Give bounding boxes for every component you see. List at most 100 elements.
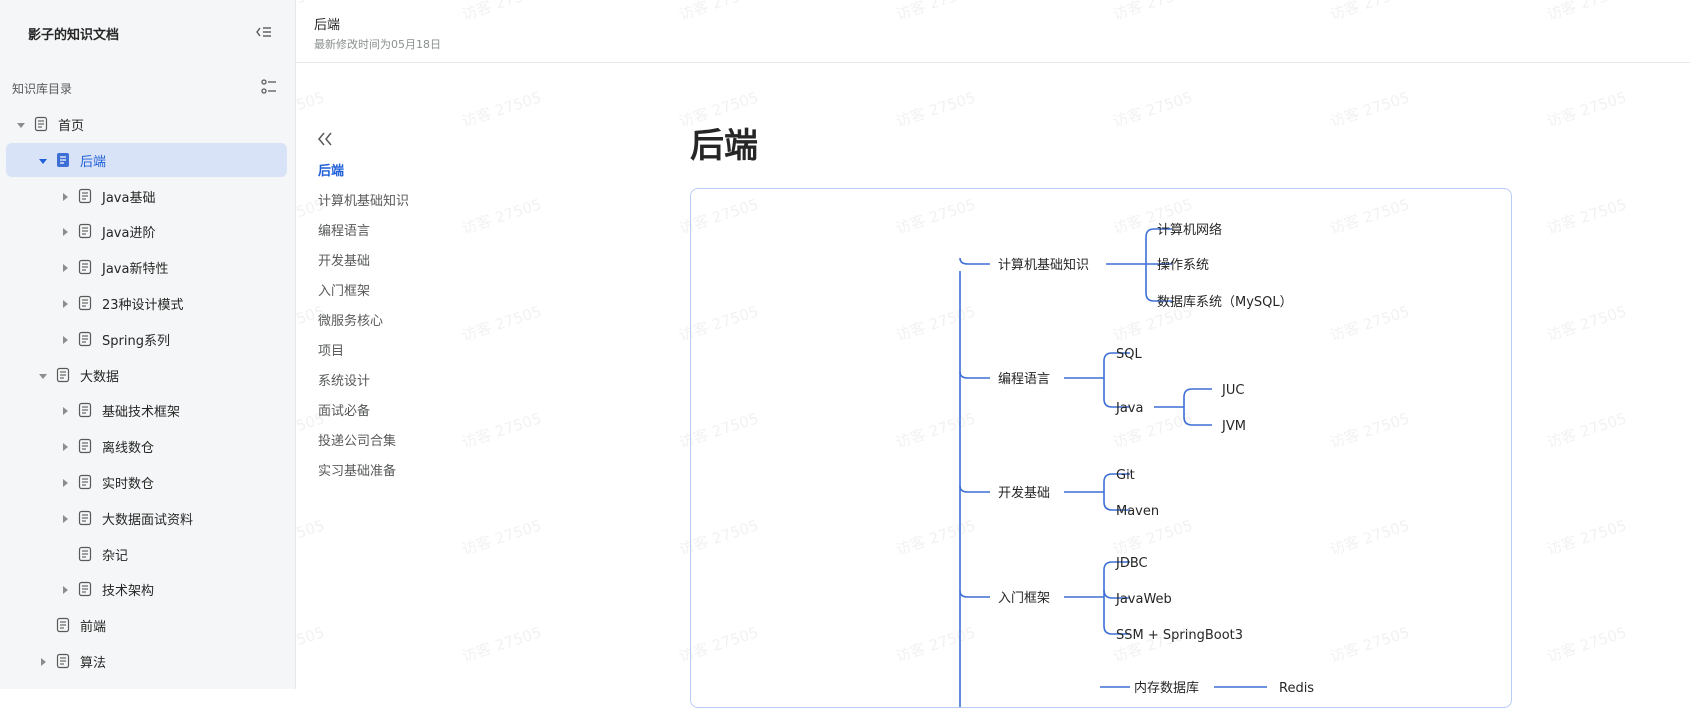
sidebar-item[interactable]: 基础技术框架 <box>6 393 287 427</box>
watermark-text: 访客 27505 <box>1545 302 1629 345</box>
toc-item[interactable]: 入门框架 <box>318 280 370 299</box>
mindmap-node[interactable]: Java <box>1115 401 1143 416</box>
caret-right-icon[interactable] <box>60 262 70 273</box>
document-icon <box>78 474 92 490</box>
caret-right-icon[interactable] <box>60 477 70 487</box>
mindmap-node[interactable]: SSM + SpringBoot3 <box>1116 628 1243 643</box>
sidebar-item-label: 前端 <box>80 620 107 636</box>
sidebar-item[interactable]: Spring系列 <box>6 322 287 356</box>
sidebar-collapse-icon[interactable] <box>254 22 274 42</box>
mindmap-connector <box>959 590 990 598</box>
toc-item[interactable]: 微服务核心 <box>318 310 383 329</box>
caret-right-icon[interactable] <box>60 226 70 237</box>
mindmap-node[interactable]: SQL <box>1116 347 1142 362</box>
toc-item[interactable]: 编程语言 <box>318 220 370 239</box>
sidebar-item[interactable]: 后端 <box>6 142 287 177</box>
mindmap-node[interactable]: JUC <box>1221 383 1244 398</box>
directory-label: 知识库目录 <box>12 82 73 96</box>
caret-down-icon[interactable] <box>16 119 26 129</box>
caret-right-icon[interactable] <box>38 656 48 666</box>
caret-right-icon[interactable] <box>60 584 70 595</box>
mindmap-node[interactable]: Maven <box>1116 504 1159 519</box>
mindmap-node[interactable]: 内存数据库 <box>1134 680 1199 696</box>
mindmap-node[interactable]: 操作系统 <box>1157 257 1209 273</box>
sidebar-item-label: 技术架构 <box>102 584 155 600</box>
caret-right-icon[interactable] <box>60 298 70 308</box>
document-icon <box>56 367 70 383</box>
sidebar-item-label: 离线数仓 <box>102 441 155 457</box>
toc-item[interactable]: 系统设计 <box>318 370 370 389</box>
toc-item[interactable]: 面试必备 <box>318 400 370 419</box>
mindmap-node[interactable]: 开发基础 <box>998 485 1050 501</box>
doc-last-modified: 最新修改时间为05月18日 <box>314 38 441 51</box>
document-icon <box>56 152 70 168</box>
toc-item[interactable]: 后端 <box>318 160 344 179</box>
mindmap-frame[interactable]: 计算机基础知识 计算机网络操作系统数据库系统（MySQL） 编程语言 SQL Java J… <box>690 188 1512 708</box>
caret-right-icon[interactable] <box>60 513 70 523</box>
mindmap-node[interactable]: JDBC <box>1115 556 1148 571</box>
mindmap: 计算机基础知识 计算机网络操作系统数据库系统（MySQL） 编程语言 SQL Java J… <box>959 222 1314 707</box>
caret-right-icon[interactable] <box>60 405 70 416</box>
watermark-text: 访客 27505 <box>460 195 544 238</box>
sidebar-item[interactable]: 前端 <box>6 608 287 642</box>
knowledge-base-title[interactable]: 影子的知识文档 <box>28 24 119 43</box>
mindmap-connector <box>1183 416 1212 426</box>
watermark-text: 访客 27505 <box>1328 88 1412 131</box>
sidebar-item[interactable]: 大数据 <box>6 358 287 392</box>
sidebar-item[interactable]: 算法 <box>6 644 287 678</box>
sidebar-item-label: Spring系列 <box>102 333 170 349</box>
caret-down-icon[interactable] <box>38 370 48 380</box>
watermark-text: 访客 27505 <box>1111 88 1195 131</box>
mindmap-node[interactable]: JavaWeb <box>1115 592 1172 607</box>
mindmap-connector <box>959 485 990 493</box>
sidebar-item[interactable]: Java新特性 <box>6 250 287 284</box>
sidebar-item[interactable]: Java基础 <box>6 179 287 213</box>
list-view-icon[interactable] <box>260 78 278 96</box>
sidebar-item[interactable]: 大数据面试资料 <box>6 501 287 535</box>
document-icon <box>78 438 92 454</box>
sidebar-item[interactable]: 首页 <box>6 107 287 141</box>
toc-item[interactable]: 开发基础 <box>318 250 370 269</box>
toc-item[interactable]: 实习基础准备 <box>318 460 396 479</box>
sidebar-item-label: 大数据面试资料 <box>102 512 194 528</box>
watermark-text: 访客 27505 <box>460 302 544 345</box>
document-icon <box>78 188 92 204</box>
sidebar-item[interactable]: Java进阶 <box>6 214 287 248</box>
sidebar-item[interactable]: 离线数仓 <box>6 429 287 463</box>
toc-item[interactable]: 计算机基础知识 <box>318 190 409 209</box>
toc-item[interactable]: 投递公司合集 <box>318 430 396 449</box>
caret-right-icon[interactable] <box>60 334 70 344</box>
mindmap-node[interactable]: 编程语言 <box>998 372 1050 387</box>
sidebar-item-label: 大数据 <box>80 369 120 385</box>
mindmap-connector <box>959 371 990 379</box>
sidebar: 影子的知识文档 知识库目录 首页后端 Java基础 Java进阶 Java新特性 23种… <box>0 0 296 689</box>
caret-right-icon[interactable] <box>60 441 70 452</box>
document-icon <box>34 116 48 132</box>
toc-item[interactable]: 项目 <box>318 340 344 359</box>
sidebar-item-label: Java新特性 <box>102 262 169 278</box>
mindmap-node[interactable]: 计算机网络 <box>1157 222 1222 238</box>
document-icon <box>78 259 92 275</box>
sidebar-item-label: 23种设计模式 <box>102 298 184 313</box>
sidebar-item[interactable]: 23种设计模式 <box>6 286 287 320</box>
mindmap-node[interactable]: 入门框架 <box>998 591 1050 606</box>
mindmap-node[interactable]: Git <box>1116 468 1135 483</box>
watermark-text: 访客 27505 <box>894 88 978 131</box>
caret-right-icon[interactable] <box>60 191 70 201</box>
double-chevron-left-icon[interactable] <box>316 130 334 148</box>
sidebar-item[interactable]: 技术架构 <box>6 572 287 606</box>
watermark-text: 访客 27505 <box>1545 623 1629 666</box>
document-icon <box>78 581 92 597</box>
sidebar-item[interactable]: 杂记 <box>6 537 287 571</box>
page-title: 后端 <box>690 126 758 166</box>
watermark-text: 访客 27505 <box>460 409 544 452</box>
caret-down-icon[interactable] <box>38 155 48 165</box>
watermark-text: 访客 27505 <box>1545 409 1629 452</box>
mindmap-node[interactable]: 数据库系统（MySQL） <box>1157 294 1293 310</box>
mindmap-node[interactable]: JVM <box>1221 419 1246 434</box>
sidebar-item-label: 后端 <box>80 154 107 170</box>
sidebar-item[interactable]: 实时数仓 <box>6 465 287 499</box>
mindmap-node[interactable]: 计算机基础知识 <box>998 257 1089 273</box>
watermark-text: 访客 27505 <box>460 623 544 666</box>
doc-title: 后端 <box>314 18 341 33</box>
